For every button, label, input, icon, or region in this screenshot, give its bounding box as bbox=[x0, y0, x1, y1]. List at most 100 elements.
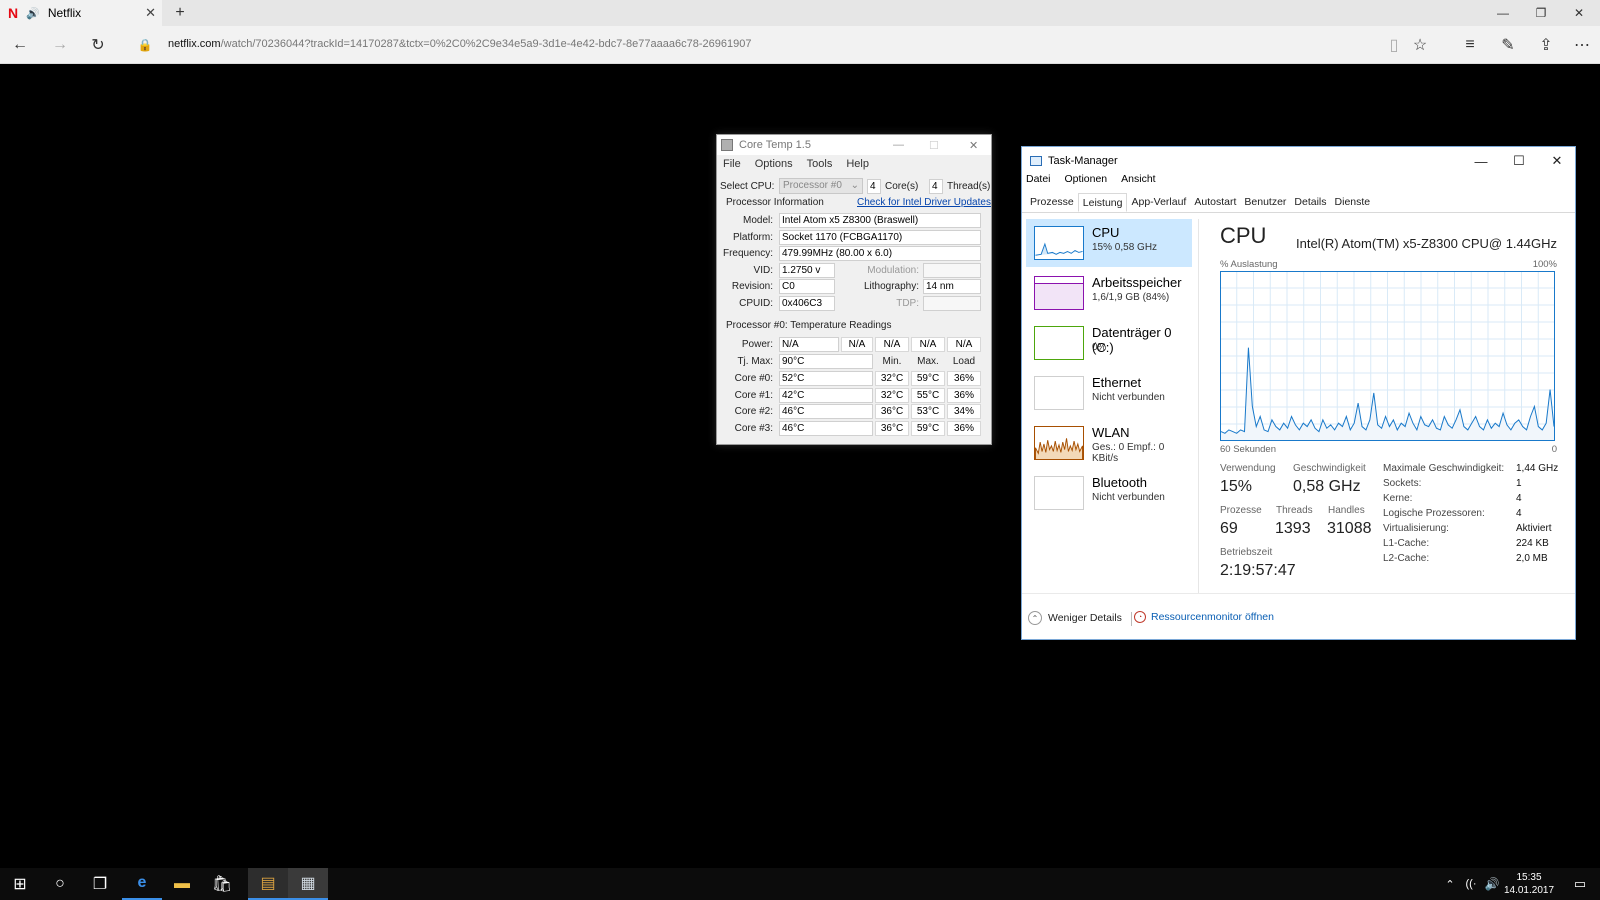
share-icon[interactable]: ⇪ bbox=[1534, 34, 1558, 56]
star-icon[interactable]: ☆ bbox=[1408, 34, 1432, 56]
resource-monitor-link[interactable]: ◔ Ressourcenmonitor öffnen bbox=[1134, 611, 1274, 623]
col-max: Max. bbox=[917, 356, 939, 367]
sidebar-item-bluetooth[interactable]: Bluetooth Nicht verbunden bbox=[1026, 469, 1192, 517]
readings-label: Processor #0: Temperature Readings bbox=[726, 320, 892, 331]
coretemp-close-icon[interactable]: ✕ bbox=[969, 139, 978, 152]
clock[interactable]: 15:35 14.01.2017 bbox=[1502, 871, 1556, 897]
tab-benutzer[interactable]: Benutzer bbox=[1240, 193, 1290, 212]
graph-label-top-left: % Auslastung bbox=[1220, 259, 1278, 270]
close-tab-icon[interactable]: ✕ bbox=[145, 5, 156, 21]
menu-file[interactable]: File bbox=[723, 158, 741, 170]
core-max: 55°C bbox=[911, 388, 945, 403]
taskmanager-taskbar-icon[interactable]: ▦ bbox=[288, 868, 328, 900]
sidebar-item-ethernet[interactable]: Ethernet Nicht verbunden bbox=[1026, 369, 1192, 417]
tjmax-value: 90°C bbox=[779, 354, 873, 369]
core-label: Core #3: bbox=[734, 423, 773, 434]
core-temp: 42°C bbox=[779, 388, 873, 403]
sidebar-divider bbox=[1198, 219, 1199, 593]
tab-netflix[interactable]: N 🔊 Netflix ✕ bbox=[0, 0, 162, 26]
forward-icon[interactable]: → bbox=[48, 34, 72, 56]
threads-label: Thread(s) bbox=[947, 181, 991, 192]
core-load: 34% bbox=[947, 404, 981, 419]
taskmanager-window: Task-Manager — ☐ ✕ Datei Optionen Ansich… bbox=[1021, 146, 1576, 640]
store-icon[interactable]: 🛍 bbox=[202, 868, 242, 900]
tm-menu: Datei Optionen Ansicht bbox=[1026, 173, 1156, 185]
core-max: 53°C bbox=[911, 404, 945, 419]
tab-leistung[interactable]: Leistung bbox=[1077, 193, 1128, 212]
sidebar-ethernet-sub: Nicht verbunden bbox=[1092, 392, 1165, 403]
tm-tabs: Prozesse Leistung App-Verlauf Autostart … bbox=[1022, 193, 1575, 213]
url-field[interactable]: netflix.com/watch/70236044?trackId=14170… bbox=[168, 38, 751, 50]
speaker-icon[interactable]: 🔊 bbox=[26, 7, 40, 20]
file-explorer-icon[interactable]: ▬ bbox=[162, 868, 202, 900]
new-tab-plus-icon[interactable]: + bbox=[170, 3, 190, 23]
footer-divider bbox=[1022, 593, 1575, 594]
chevron-down-icon: ⌄ bbox=[850, 180, 859, 191]
processor-select[interactable]: Processor #0 ⌄ bbox=[779, 178, 863, 194]
close-window-icon[interactable]: ✕ bbox=[1564, 3, 1594, 23]
cpu-model: Intel(R) Atom(TM) x5-Z8300 CPU@ 1.44GHz bbox=[1296, 236, 1557, 251]
fewer-details-button[interactable]: ⌃ Weniger Details bbox=[1028, 611, 1122, 625]
note-icon[interactable]: ✎ bbox=[1496, 34, 1520, 56]
sidebar-item-cpu[interactable]: CPU 15% 0,58 GHz bbox=[1026, 219, 1192, 267]
sidebar-cpu-sub: 15% 0,58 GHz bbox=[1092, 242, 1158, 253]
power-total: N/A bbox=[779, 337, 839, 352]
action-center-icon[interactable]: ▭ bbox=[1560, 868, 1600, 900]
core-min: 32°C bbox=[875, 371, 909, 386]
footer-separator bbox=[1131, 612, 1132, 626]
menu-datei[interactable]: Datei bbox=[1026, 173, 1051, 185]
spec-value: 1,44 GHz bbox=[1516, 463, 1559, 474]
tab-autostart[interactable]: Autostart bbox=[1190, 193, 1240, 212]
cortana-search-icon[interactable]: ○ bbox=[40, 868, 80, 900]
tm-minimize-icon[interactable]: — bbox=[1462, 147, 1500, 175]
menu-ansicht[interactable]: Ansicht bbox=[1121, 173, 1155, 185]
task-view-icon[interactable]: ❐ bbox=[80, 868, 120, 900]
power-cell: N/A bbox=[947, 337, 981, 352]
network-icon[interactable]: ((· bbox=[1460, 868, 1482, 900]
sidebar-disk-sub: 0% bbox=[1092, 342, 1107, 353]
core-min: 32°C bbox=[875, 388, 909, 403]
volume-icon[interactable]: 🔊 bbox=[1481, 868, 1503, 900]
core-temp: 46°C bbox=[779, 404, 873, 419]
edge-browser-icon[interactable]: e bbox=[122, 868, 162, 900]
spec-label: Maximale Geschwindigkeit: bbox=[1383, 463, 1505, 474]
coretemp-maximize-icon[interactable]: ☐ bbox=[929, 139, 939, 152]
coretemp-taskbar-icon[interactable]: ▤ bbox=[248, 868, 288, 900]
menu-optionen[interactable]: Optionen bbox=[1065, 173, 1108, 185]
vid-value: 1.2750 v bbox=[779, 263, 835, 278]
resource-monitor-label: Ressourcenmonitor öffnen bbox=[1151, 611, 1274, 623]
sidebar-item-memory[interactable]: Arbeitsspeicher 1,6/1,9 GB (84%) bbox=[1026, 269, 1192, 317]
tab-dienste[interactable]: Dienste bbox=[1331, 193, 1375, 212]
coretemp-minimize-icon[interactable]: — bbox=[893, 139, 904, 151]
power-cell: N/A bbox=[911, 337, 945, 352]
sidebar-item-wlan[interactable]: WLAN Ges.: 0 Empf.: 0 KBit/s bbox=[1026, 419, 1192, 467]
tray-chevron-up-icon[interactable]: ⌃ bbox=[1440, 868, 1460, 900]
menu-help[interactable]: Help bbox=[846, 158, 869, 170]
core-load: 36% bbox=[947, 421, 981, 436]
start-windows-icon[interactable]: ⊞ bbox=[0, 868, 40, 900]
minimize-window-icon[interactable]: — bbox=[1488, 3, 1518, 23]
reading-view-icon[interactable]: ▯ bbox=[1382, 34, 1406, 56]
graph-label-bottom-right: 0 bbox=[1551, 444, 1557, 455]
tab-details[interactable]: Details bbox=[1290, 193, 1330, 212]
menu-options[interactable]: Options bbox=[755, 158, 793, 170]
hub-icon[interactable]: ≡ bbox=[1458, 34, 1482, 56]
tab-prozesse[interactable]: Prozesse bbox=[1026, 193, 1078, 212]
restore-window-icon[interactable]: ❐ bbox=[1526, 3, 1556, 23]
revision-label: Revision: bbox=[731, 281, 773, 292]
back-icon[interactable]: ← bbox=[8, 34, 32, 56]
refresh-icon[interactable]: ↻ bbox=[86, 34, 110, 56]
tm-maximize-icon[interactable]: ☐ bbox=[1500, 147, 1538, 175]
col-min: Min. bbox=[882, 356, 902, 367]
sidebar-cpu-name: CPU bbox=[1092, 225, 1120, 240]
tab-app-verlauf[interactable]: App-Verlauf bbox=[1127, 193, 1190, 212]
cpu-usage-graph bbox=[1220, 271, 1555, 441]
usage-label: Verwendung bbox=[1220, 463, 1276, 474]
menu-tools[interactable]: Tools bbox=[807, 158, 833, 170]
clock-date: 14.01.2017 bbox=[1503, 885, 1555, 896]
driver-update-link[interactable]: Check for Intel Driver Updates bbox=[857, 197, 991, 208]
power-cell: N/A bbox=[875, 337, 909, 352]
tm-close-icon[interactable]: ✕ bbox=[1538, 147, 1576, 175]
sidebar-item-disk[interactable]: Datenträger 0 (C:) 0% bbox=[1026, 319, 1192, 367]
more-icon[interactable]: ⋯ bbox=[1570, 34, 1594, 56]
